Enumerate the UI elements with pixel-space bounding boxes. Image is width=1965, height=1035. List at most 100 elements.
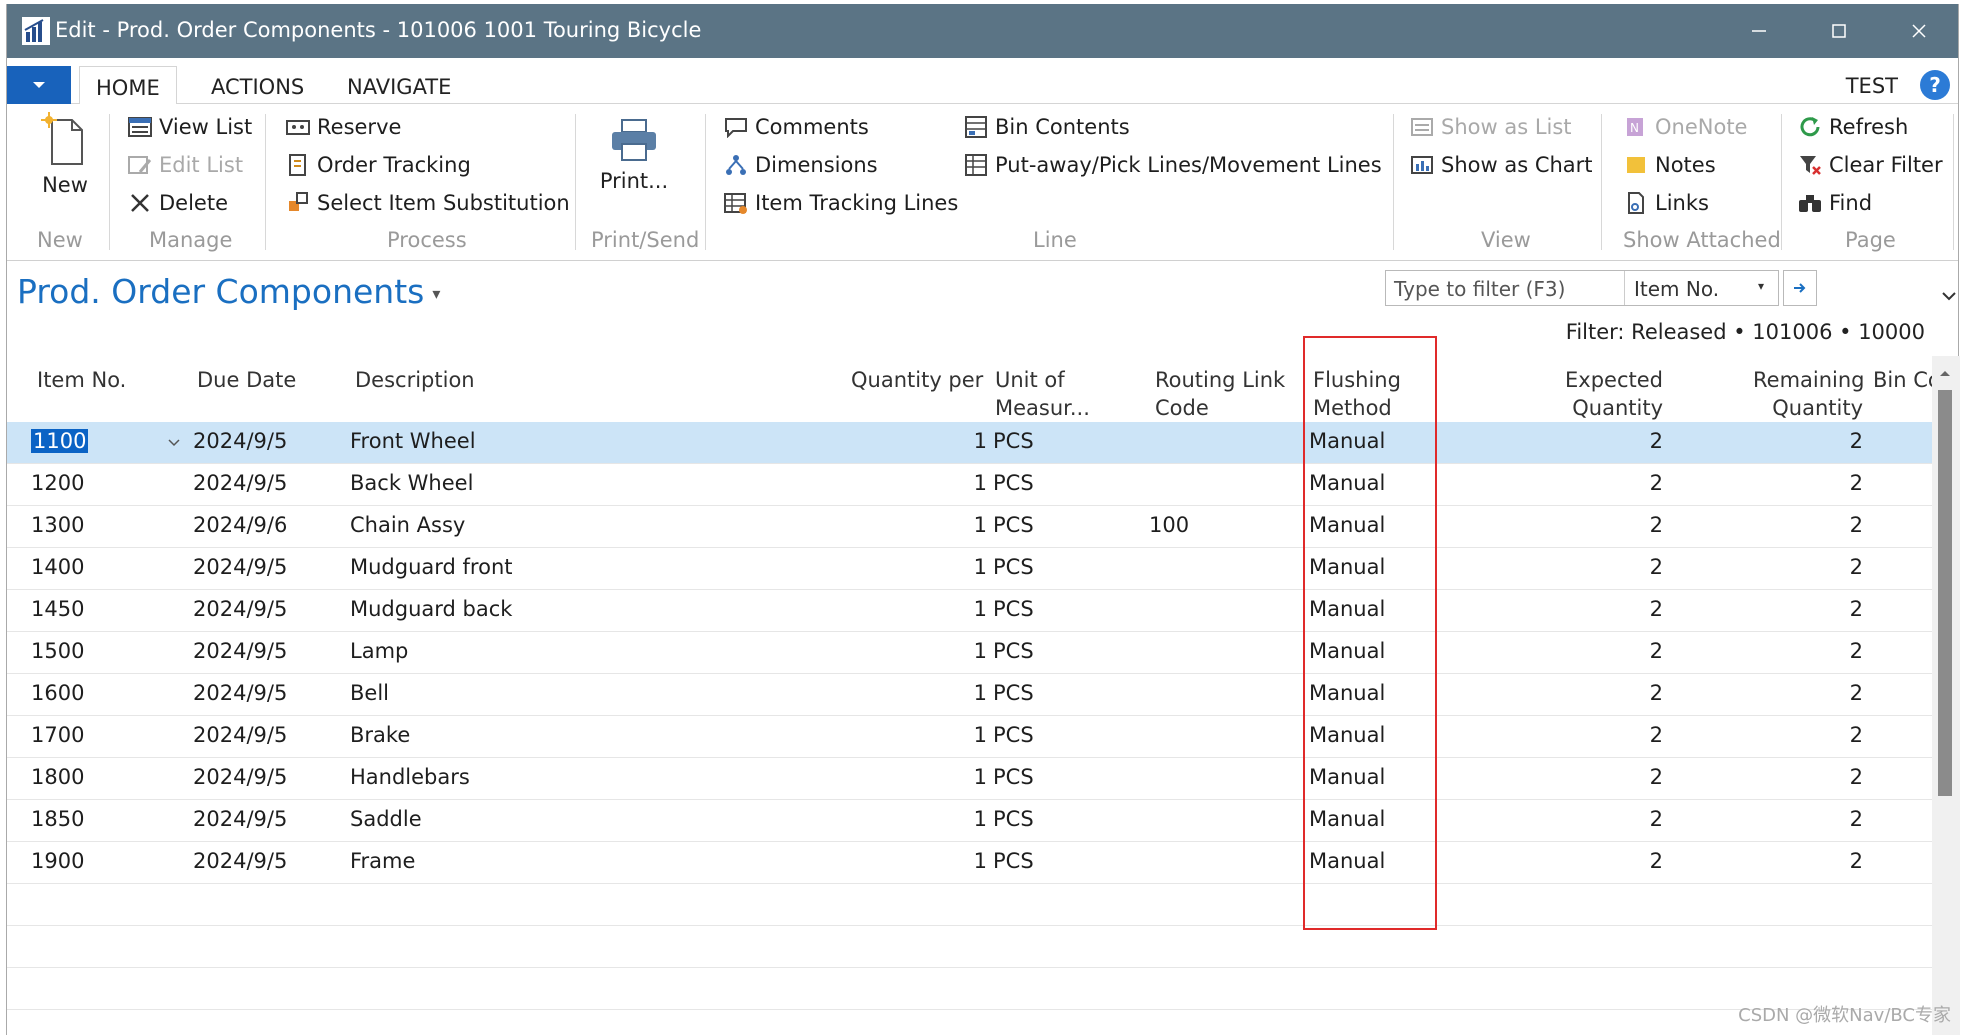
- refresh-button[interactable]: Refresh: [1797, 114, 1908, 140]
- table-row[interactable]: 1100 2024/9/5 Front Wheel 1 PCS Manual 2 2: [7, 422, 1932, 464]
- col-header-bin-code[interactable]: Bin Co: [1873, 366, 1933, 394]
- cell-due-date: 2024/9/5: [193, 765, 288, 789]
- tab-home[interactable]: HOME: [79, 66, 177, 105]
- cell-item-no[interactable]: 1100: [31, 429, 89, 453]
- cell-description: Frame: [350, 849, 416, 873]
- col-header-remaining-quantity[interactable]: Remaining Quantity: [1753, 366, 1865, 422]
- tab-actions[interactable]: ACTIONS: [195, 66, 320, 105]
- notes-button[interactable]: Notes: [1623, 152, 1716, 178]
- factbox-toggle[interactable]: [1941, 286, 1957, 305]
- scrollbar-thumb[interactable]: [1938, 390, 1952, 796]
- onenote-button[interactable]: N OneNote: [1623, 114, 1747, 140]
- col-header-routing-link-code[interactable]: Routing Link Code: [1155, 366, 1285, 422]
- comments-button[interactable]: Comments: [723, 114, 869, 140]
- view-list-button[interactable]: View List: [127, 114, 252, 140]
- chevron-up-icon: [1940, 371, 1950, 376]
- cell-due-date: 2024/9/5: [193, 555, 288, 579]
- filter-field-select[interactable]: Item No.: [1634, 277, 1719, 301]
- cell-item-no[interactable]: 1400: [31, 555, 84, 579]
- dimensions-label: Dimensions: [755, 153, 878, 177]
- application-menu-button[interactable]: [7, 66, 71, 104]
- col-header-item-no[interactable]: Item No.: [37, 366, 126, 394]
- cell-item-no[interactable]: 1900: [31, 849, 84, 873]
- col-header-due-date[interactable]: Due Date: [197, 366, 296, 394]
- links-button[interactable]: Links: [1623, 190, 1709, 216]
- cell-remaining-quantity: 2: [1849, 429, 1863, 453]
- user-name[interactable]: TEST: [1846, 74, 1898, 98]
- close-button[interactable]: [1879, 4, 1959, 58]
- cell-expected-quantity: 2: [1649, 597, 1663, 621]
- table-row[interactable]: 1900 2024/9/5 Frame 1 PCS Manual 2 2: [7, 842, 1932, 884]
- item-tracking-lines-label: Item Tracking Lines: [755, 191, 959, 215]
- group-label-line: Line: [1033, 228, 1077, 252]
- cell-item-no[interactable]: 1500: [31, 639, 84, 663]
- title-bar: Edit - Prod. Order Components - 101006 1…: [7, 4, 1958, 58]
- select-item-substitution-button[interactable]: Select Item Substitution: [285, 190, 570, 216]
- cell-expected-quantity: 2: [1649, 429, 1663, 453]
- page-title[interactable]: Prod. Order Components ▾: [17, 272, 440, 311]
- col-header-description[interactable]: Description: [355, 366, 475, 394]
- item-tracking-lines-button[interactable]: Item Tracking Lines: [723, 190, 958, 216]
- cell-item-no[interactable]: 1300: [31, 513, 84, 537]
- ribbon-separator: [1781, 114, 1782, 250]
- chevron-down-icon: ▾: [432, 284, 441, 303]
- order-tracking-button[interactable]: Order Tracking: [285, 152, 471, 178]
- notes-label: Notes: [1655, 153, 1716, 177]
- dimensions-button[interactable]: Dimensions: [723, 152, 878, 178]
- table-row[interactable]: 1800 2024/9/5 Handlebars 1 PCS Manual 2 2: [7, 758, 1932, 800]
- comment-icon: [723, 114, 749, 140]
- table-row[interactable]: 1400 2024/9/5 Mudguard front 1 PCS Manual 2 2: [7, 548, 1932, 590]
- find-label: Find: [1829, 191, 1873, 215]
- group-label-page: Page: [1845, 228, 1896, 252]
- new-button[interactable]: New: [25, 112, 105, 197]
- delete-button[interactable]: Delete: [127, 190, 228, 216]
- table-row[interactable]: 1700 2024/9/5 Brake 1 PCS Manual 2 2: [7, 716, 1932, 758]
- cell-description: Chain Assy: [350, 513, 466, 537]
- maximize-button[interactable]: [1799, 4, 1879, 58]
- find-button[interactable]: Find: [1797, 190, 1872, 216]
- putaway-pick-lines-button[interactable]: Put-away/Pick Lines/Movement Lines: [963, 152, 1382, 178]
- clear-filter-button[interactable]: Clear Filter: [1797, 152, 1943, 178]
- cell-item-no[interactable]: 1800: [31, 765, 84, 789]
- minimize-button[interactable]: [1719, 4, 1799, 58]
- bin-contents-button[interactable]: Bin Contents: [963, 114, 1130, 140]
- chevron-down-icon[interactable]: ▾: [1758, 279, 1764, 293]
- cell-description: Saddle: [350, 807, 422, 831]
- scroll-up-button[interactable]: [1939, 362, 1951, 381]
- show-as-list-button[interactable]: Show as List: [1409, 114, 1572, 140]
- table-row[interactable]: 1500 2024/9/5 Lamp 1 PCS Manual 2 2: [7, 632, 1932, 674]
- group-label-new: New: [37, 228, 83, 252]
- cell-due-date: 2024/9/5: [193, 471, 288, 495]
- links-icon: [1623, 190, 1649, 216]
- table-row[interactable]: 1450 2024/9/5 Mudguard back 1 PCS Manual 2 2: [7, 590, 1932, 632]
- cell-item-no[interactable]: 1450: [31, 597, 84, 621]
- col-header-unit-of-measure[interactable]: Unit of Measur...: [995, 366, 1090, 422]
- order-tracking-label: Order Tracking: [317, 153, 471, 177]
- cell-remaining-quantity: 2: [1849, 597, 1863, 621]
- filter-input[interactable]: Type to filter (F3): [1394, 277, 1565, 301]
- edit-list-button[interactable]: Edit List: [127, 152, 243, 178]
- col-header-quantity-per[interactable]: Quantity per: [851, 366, 983, 394]
- cell-expected-quantity: 2: [1649, 765, 1663, 789]
- group-label-process: Process: [387, 228, 467, 252]
- help-icon[interactable]: ?: [1920, 70, 1950, 100]
- binoculars-icon: [1797, 190, 1823, 216]
- table-row[interactable]: 1200 2024/9/5 Back Wheel 1 PCS Manual 2 2: [7, 464, 1932, 506]
- show-as-chart-button[interactable]: Show as Chart: [1409, 152, 1593, 178]
- col-header-expected-quantity[interactable]: Expected Quantity: [1563, 366, 1663, 422]
- apply-filter-button[interactable]: [1783, 270, 1817, 306]
- select-item-substitution-label: Select Item Substitution: [317, 191, 570, 215]
- cell-item-no[interactable]: 1600: [31, 681, 84, 705]
- cell-item-no[interactable]: 1700: [31, 723, 84, 747]
- item-no-lookup-chevron-icon[interactable]: [167, 433, 181, 452]
- reserve-button[interactable]: Reserve: [285, 114, 401, 140]
- cell-item-no[interactable]: 1850: [31, 807, 84, 831]
- col-header-line: Expected: [1565, 368, 1663, 392]
- table-row[interactable]: 1300 2024/9/6 Chain Assy 1 PCS 100 Manual 2 2: [7, 506, 1932, 548]
- print-button[interactable]: Print...: [589, 118, 679, 193]
- table-row[interactable]: 1600 2024/9/5 Bell 1 PCS Manual 2 2: [7, 674, 1932, 716]
- tab-navigate[interactable]: NAVIGATE: [331, 66, 467, 105]
- cell-item-no[interactable]: 1200: [31, 471, 84, 495]
- cell-remaining-quantity: 2: [1849, 681, 1863, 705]
- table-row[interactable]: 1850 2024/9/5 Saddle 1 PCS Manual 2 2: [7, 800, 1932, 842]
